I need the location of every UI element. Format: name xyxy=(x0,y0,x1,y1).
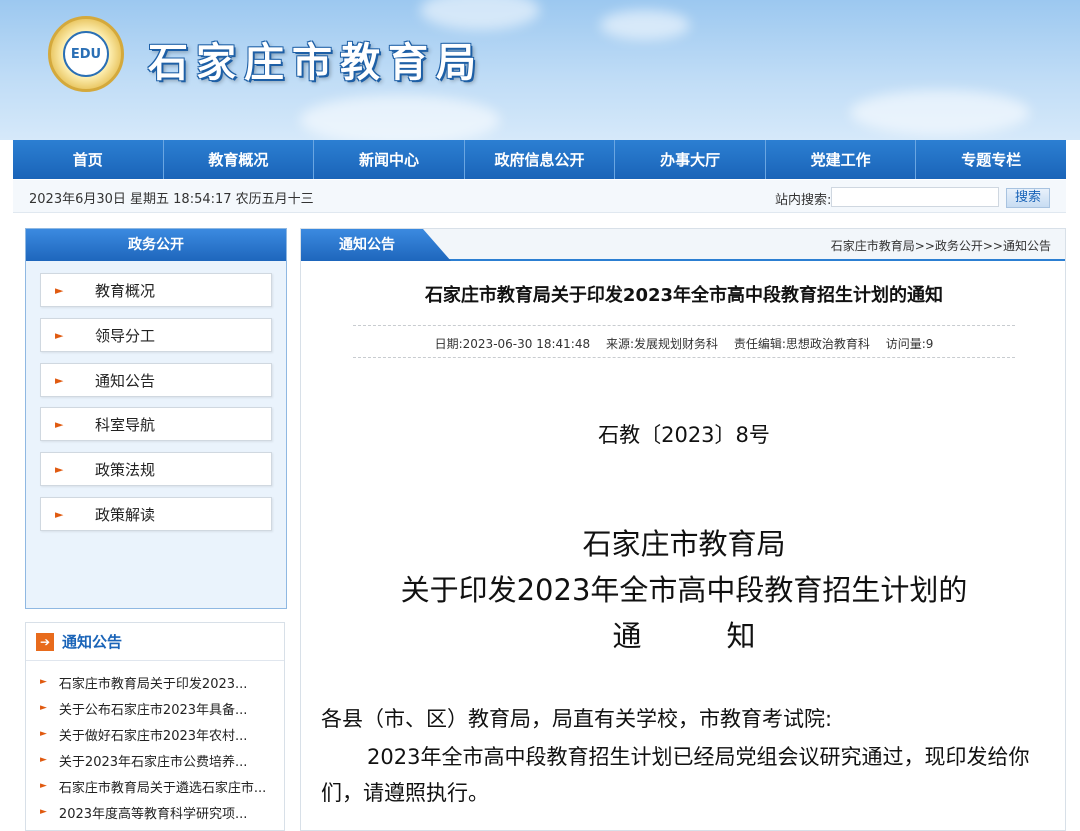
divider xyxy=(353,325,1015,326)
article-header-bar: 通知公告 石家庄市教育局>>政务公开>>通知公告 xyxy=(301,229,1065,261)
arrow-right-icon: ► xyxy=(55,462,64,476)
bullet-icon: ► xyxy=(40,703,47,713)
sidebar-item-label: 教育概况 xyxy=(95,281,156,300)
bullet-icon: ► xyxy=(40,755,47,765)
list-item[interactable]: ► 关于2023年石家庄市公费培养... xyxy=(26,747,284,773)
article-editor: 责任编辑:思想政治教育科 xyxy=(733,337,870,351)
list-item-label: 关于2023年石家庄市公费培养... xyxy=(58,754,248,770)
document-title-line-2: 关于印发2023年全市高中段教育招生计划的 xyxy=(400,573,968,607)
nav-item-home[interactable]: 首页 xyxy=(13,140,164,179)
arrow-box-icon: ➔ xyxy=(36,632,54,651)
list-item[interactable]: ► 关于公布石家庄市2023年具备... xyxy=(26,695,284,721)
arrow-right-icon: ► xyxy=(55,417,64,431)
bullet-icon: ► xyxy=(40,729,47,739)
document-number: 石教〔2023〕8号 xyxy=(598,423,770,447)
nav-item-service-hall[interactable]: 办事大厅 xyxy=(615,140,766,179)
document-title-line-3: 通知 xyxy=(301,613,1067,655)
bullet-icon: ► xyxy=(40,807,47,817)
header-banner: EDU 石家庄市教育局 xyxy=(0,0,1080,140)
document-title-char: 知 xyxy=(726,619,756,653)
sidebar-item-regulations[interactable]: ► 政策法规 xyxy=(40,452,272,486)
article-meta: 日期:2023-06-30 18:41:48 来源:发展规划财务科 责任编辑:思… xyxy=(301,335,1067,352)
bullet-icon: ► xyxy=(40,781,47,791)
bullet-icon: ► xyxy=(40,677,47,687)
site-title[interactable]: 石家庄市教育局 xyxy=(148,30,484,88)
nav-item-special-topics[interactable]: 专题专栏 xyxy=(916,140,1066,179)
list-item-label: 石家庄市教育局关于遴选石家庄市... xyxy=(58,780,267,796)
list-item-label: 关于公布石家庄市2023年具备... xyxy=(58,702,248,718)
document-title-line-1: 石家庄市教育局 xyxy=(582,527,786,561)
sidebar-item-label: 领导分工 xyxy=(95,326,156,345)
article-panel: 通知公告 石家庄市教育局>>政务公开>>通知公告 石家庄市教育局关于印发2023… xyxy=(300,228,1066,831)
notice-list-panel: ➔ 通知公告 ► 石家庄市教育局关于印发2023... ► 关于公布石家庄市2023… xyxy=(25,622,285,831)
notice-list-header: ➔ 通知公告 xyxy=(26,623,284,661)
sidebar-item-leadership[interactable]: ► 领导分工 xyxy=(40,318,272,352)
arrow-right-icon: ► xyxy=(55,328,64,342)
nav-item-overview[interactable]: 教育概况 xyxy=(164,140,315,179)
sidebar-item-label: 政策解读 xyxy=(95,505,156,524)
nav-item-news[interactable]: 新闻中心 xyxy=(314,140,465,179)
nav-item-gov-info[interactable]: 政府信息公开 xyxy=(465,140,616,179)
current-datetime: 2023年6月30日 星期五 18:54:17 农历五月十三 xyxy=(29,192,314,207)
notice-list-title[interactable]: 通知公告 xyxy=(62,631,122,652)
view-count: 访问量:9 xyxy=(885,337,934,351)
search-label: 站内搜索: xyxy=(775,193,832,208)
list-item-label: 关于做好石家庄市2023年农村... xyxy=(58,728,248,744)
search-input[interactable] xyxy=(831,187,999,207)
salutation: 各县（市、区）教育局，局直有关学校，市教育考试院: xyxy=(321,707,833,731)
list-item-label: 2023年度高等教育科学研究项... xyxy=(58,806,248,822)
body-paragraph: 2023年全市高中段教育招生计划已经局党组会议研究通过，现印发给你们，请遵照执行… xyxy=(321,745,1030,805)
info-bar: 2023年6月30日 星期五 18:54:17 农历五月十三 站内搜索: 搜索 xyxy=(13,180,1066,213)
list-item[interactable]: ► 关于做好石家庄市2023年农村... xyxy=(26,721,284,747)
arrow-right-icon: ► xyxy=(55,373,64,387)
nav-item-party-work[interactable]: 党建工作 xyxy=(766,140,917,179)
document-title-char: 通 xyxy=(612,619,642,653)
edu-emblem-icon[interactable]: EDU xyxy=(48,16,124,92)
sidebar-item-policy-interpretation[interactable]: ► 政策解读 xyxy=(40,497,272,531)
tab-notices[interactable]: 通知公告 xyxy=(301,229,451,261)
sidebar-item-overview[interactable]: ► 教育概况 xyxy=(40,273,272,307)
sidebar-item-notices[interactable]: ► 通知公告 xyxy=(40,363,272,397)
search-button[interactable]: 搜索 xyxy=(1006,188,1050,208)
logo-text: EDU xyxy=(63,31,109,77)
divider xyxy=(353,357,1015,358)
list-item[interactable]: ► 2023年度高等教育科学研究项... xyxy=(26,799,284,825)
sidebar-item-label: 科室导航 xyxy=(95,415,156,434)
list-item[interactable]: ► 石家庄市教育局关于印发2023... xyxy=(26,669,284,695)
article-source: 来源:发展规划财务科 xyxy=(605,337,718,351)
sidebar-item-label: 政策法规 xyxy=(95,460,156,479)
notice-list: ► 石家庄市教育局关于印发2023... ► 关于公布石家庄市2023年具备... … xyxy=(26,661,284,825)
sidebar-panel: 政务公开 ► 教育概况 ► 领导分工 ► 通知公告 ► 科室导航 ► 政策法规 … xyxy=(25,228,287,609)
publish-date: 日期:2023-06-30 18:41:48 xyxy=(434,337,591,351)
sidebar-title: 政务公开 xyxy=(26,229,286,261)
arrow-right-icon: ► xyxy=(55,283,64,297)
article-title: 石家庄市教育局关于印发2023年全市高中段教育招生计划的通知 xyxy=(424,285,944,306)
list-item[interactable]: ► 石家庄市教育局关于遴选石家庄市... xyxy=(26,773,284,799)
sidebar-item-label: 通知公告 xyxy=(95,371,156,390)
main-nav: 首页 教育概况 新闻中心 政府信息公开 办事大厅 党建工作 专题专栏 xyxy=(13,140,1066,179)
sidebar-item-departments[interactable]: ► 科室导航 xyxy=(40,407,272,441)
arrow-right-icon: ► xyxy=(55,507,64,521)
breadcrumb[interactable]: 石家庄市教育局>>政务公开>>通知公告 xyxy=(831,237,1051,254)
list-item-label: 石家庄市教育局关于印发2023... xyxy=(58,676,248,692)
